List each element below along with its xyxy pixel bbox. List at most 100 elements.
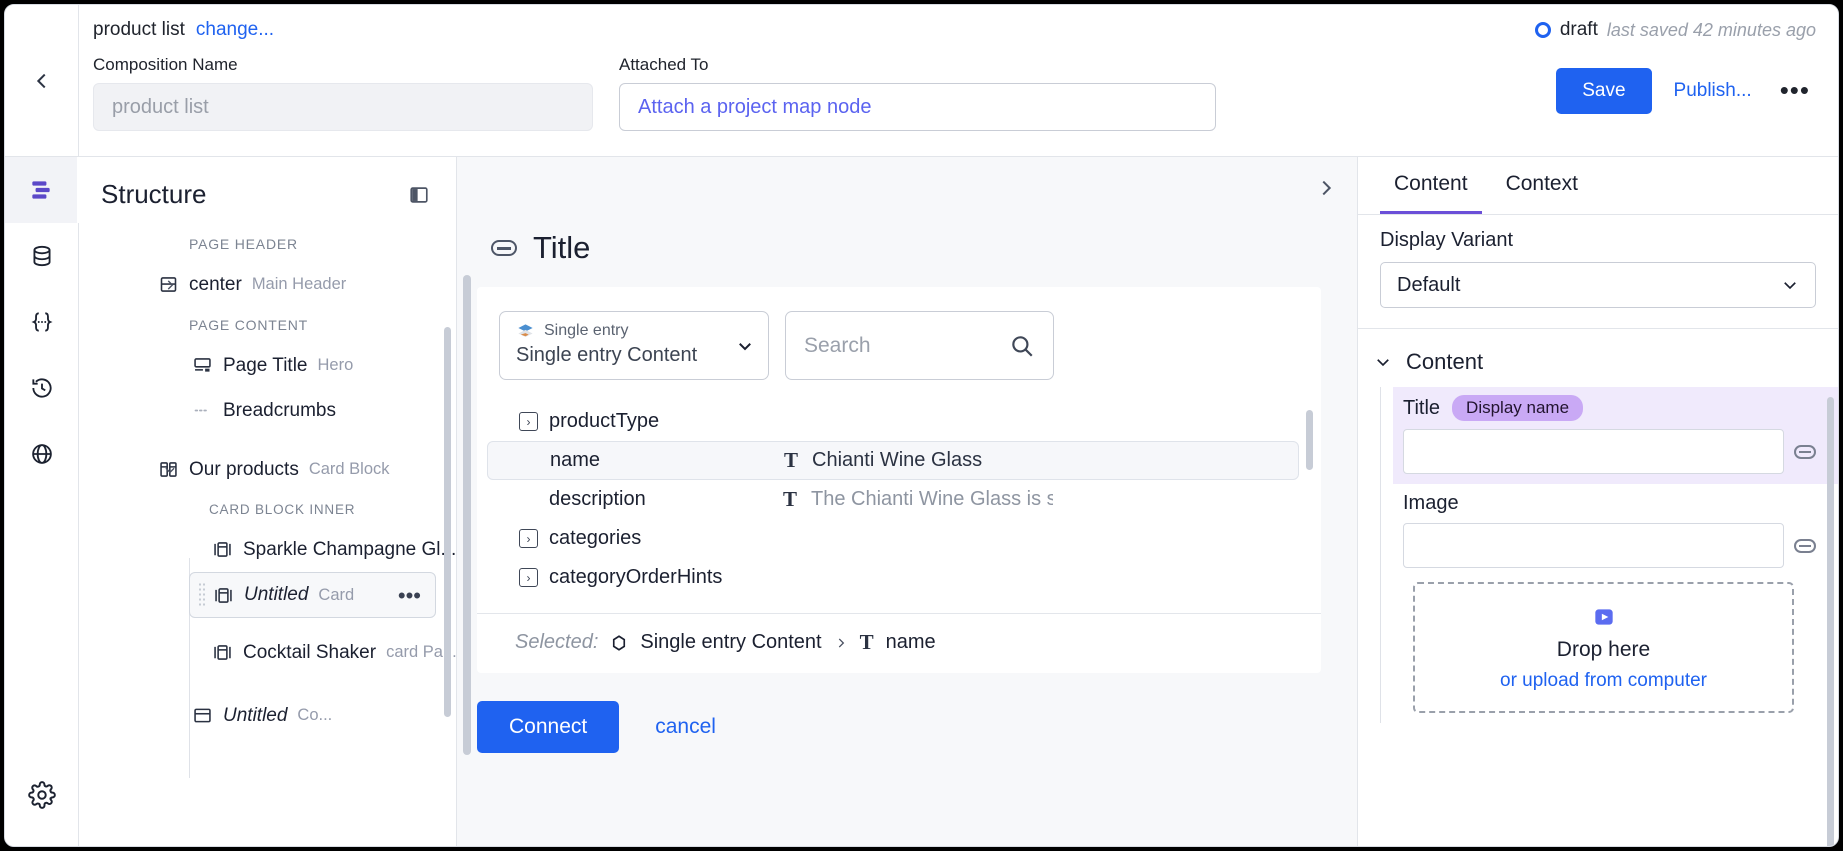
expand-icon[interactable]: › (519, 412, 538, 431)
right-panel-scrollbar[interactable] (1827, 397, 1834, 846)
tree-node-page-title[interactable]: Page Title Hero (79, 343, 456, 388)
center-toolbar (457, 157, 1357, 219)
dialog-title-row: Title (457, 219, 1357, 277)
rail-item-variables[interactable] (5, 289, 79, 355)
center-canvas: Title Single entry Single entry Content … (457, 157, 1358, 846)
property-label: Title (1403, 396, 1441, 419)
draft-status-icon (1534, 22, 1551, 38)
rail-item-structure[interactable] (5, 157, 79, 223)
row-more-options-button[interactable]: ••• (398, 584, 421, 606)
property-title: Title Display name (1393, 387, 1838, 484)
tree-section-card-block-inner: CARD BLOCK INNER (209, 502, 356, 517)
text-type-icon: T (783, 487, 798, 511)
text-type-icon: T (784, 448, 799, 472)
search-input[interactable] (804, 333, 994, 358)
expand-right-icon[interactable] (1315, 177, 1337, 199)
image-dropzone[interactable]: Drop here or upload from computer (1413, 582, 1794, 713)
field-list-scrollbar[interactable] (1306, 410, 1313, 470)
connect-data-icon[interactable] (1794, 444, 1816, 459)
back-button[interactable] (5, 5, 79, 156)
tree-node-type: Main Header (251, 275, 347, 293)
database-icon (32, 245, 51, 267)
chevron-left-icon (36, 73, 45, 88)
chevron-right-icon (167, 279, 174, 290)
dialog-title: Title (533, 230, 591, 265)
dropzone-text: Drop here (1556, 637, 1651, 661)
tree-node-breadcrumbs[interactable]: Breadcrumbs (79, 388, 456, 433)
field-list: › productType name T Chianti Wine Glass … (477, 402, 1321, 601)
image-input[interactable] (1403, 523, 1784, 568)
rail-item-globe[interactable] (5, 421, 79, 487)
panel-toggle-icon[interactable] (408, 184, 430, 206)
structure-tree: PAGE HEADER center Main Header PAGE CONT… (79, 222, 456, 846)
field-row[interactable]: › categoryOrderHints (487, 558, 1299, 597)
structure-header: Structure (79, 157, 456, 222)
property-title-label-row: Title Display name (1403, 395, 1816, 421)
tree-node-untitled-bottom[interactable]: Untitled Co... (79, 693, 456, 738)
tree-node-label: center (189, 273, 242, 295)
right-panel: Content Context Display Variant Default … (1358, 157, 1838, 846)
status-badge: draft (1559, 19, 1598, 40)
tab-context[interactable]: Context (1492, 157, 1592, 214)
history-icon (31, 378, 52, 398)
tab-content[interactable]: Content (1380, 157, 1482, 214)
attached-to-placeholder: Attach a project map node (638, 95, 872, 118)
tree-node-sparkle-champagne[interactable]: Sparkle Champagne Gl... (79, 527, 456, 572)
tree-node-label: Untitled (244, 584, 309, 605)
chevron-down-icon (739, 342, 751, 350)
tree-node-type: Card (318, 585, 355, 604)
field-search-box[interactable] (785, 311, 1054, 380)
curly-braces-icon (30, 312, 53, 332)
expand-icon[interactable]: › (519, 568, 538, 587)
entry-type-select[interactable]: Single entry Single entry Content (499, 311, 769, 380)
rail-item-data[interactable] (5, 223, 79, 289)
upload-from-computer-link[interactable]: or upload from computer (1500, 670, 1707, 692)
connect-data-icon[interactable] (1794, 538, 1816, 553)
field-row[interactable]: name T Chianti Wine Glass (487, 441, 1299, 480)
expand-icon[interactable]: › (519, 529, 538, 548)
tree-node-label: Our products (189, 458, 299, 480)
app-window: product list change... Composition Name … (4, 4, 1839, 847)
publish-button[interactable]: Publish... (1674, 80, 1752, 102)
rail-item-settings[interactable] (5, 762, 79, 828)
gear-icon (27, 781, 56, 809)
field-row[interactable]: › categories (487, 519, 1299, 558)
more-options-button[interactable]: ••• (1774, 78, 1816, 103)
structure-icon (31, 181, 50, 199)
card-icon (211, 539, 233, 561)
chevron-down-icon (165, 467, 175, 473)
entry-type-kind: Single entry (544, 322, 629, 339)
rail-item-history[interactable] (5, 355, 79, 421)
card-icon (212, 584, 234, 606)
structure-title: Structure (101, 179, 207, 209)
field-row[interactable]: description T The Chianti Wine Glass is … (487, 480, 1299, 519)
structure-panel: Structure PAGE HEADER center Main Header… (79, 157, 457, 846)
center-scrollbar[interactable] (463, 275, 471, 755)
tree-node-center[interactable]: center Main Header (79, 262, 456, 307)
field-row[interactable]: › productType (487, 402, 1299, 441)
field-name: productType (549, 410, 660, 432)
save-button[interactable]: Save (1556, 68, 1652, 114)
content-section-header[interactable]: Content (1358, 345, 1838, 379)
tree-node-untitled-card[interactable]: Untitled Card ••• (189, 572, 436, 618)
connect-button[interactable]: Connect (477, 701, 620, 753)
selected-label: Selected: (515, 631, 599, 653)
tree-node-label: Page Title (223, 354, 308, 376)
title-input[interactable] (1403, 429, 1784, 474)
tree-node-our-products[interactable]: Our products Card Block (79, 447, 456, 492)
icon-rail (5, 157, 79, 846)
attached-to-group: Attached To Attach a project map node (619, 55, 1216, 131)
display-variant-select[interactable]: Default (1380, 262, 1816, 308)
tree-node-cocktail-shaker[interactable]: Cocktail Shaker card Pa... (79, 630, 456, 675)
field-name: name (550, 449, 601, 471)
tree-node-type: Co... (297, 706, 333, 724)
cancel-button[interactable]: cancel (655, 715, 716, 739)
dashes-icon (191, 400, 213, 422)
hero-block-icon (191, 355, 213, 377)
change-link[interactable]: change... (196, 19, 274, 41)
structure-scrollbar[interactable] (444, 327, 451, 717)
drag-handle[interactable] (198, 582, 205, 608)
composition-name-input[interactable]: product list (93, 83, 593, 131)
property-image-label-row: Image (1403, 492, 1816, 515)
attached-to-input[interactable]: Attach a project map node (619, 83, 1216, 131)
